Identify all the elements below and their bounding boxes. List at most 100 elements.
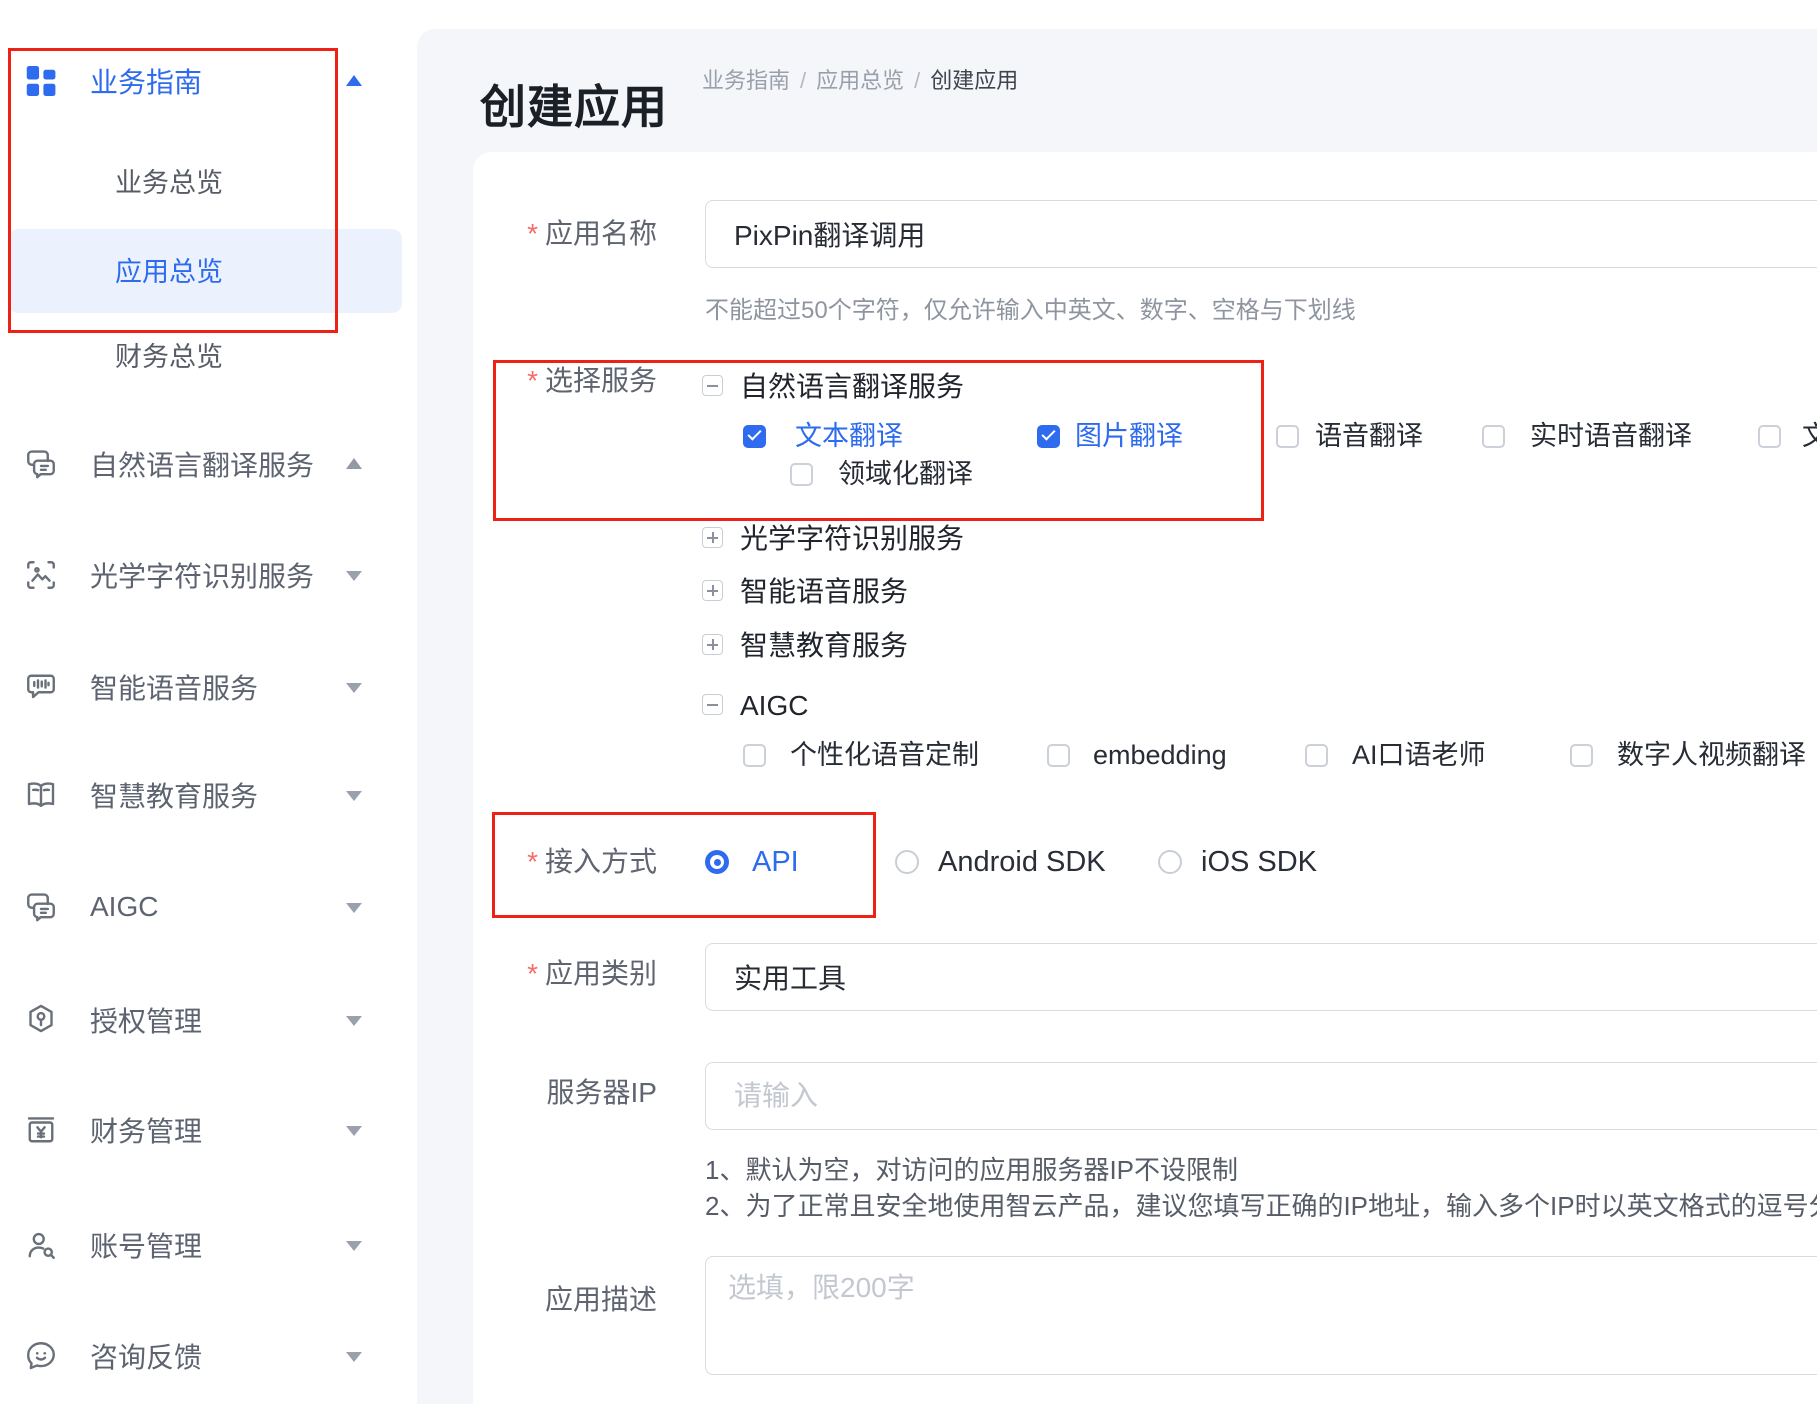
checkbox-label-domain-translation[interactable]: 领域化翻译 — [838, 459, 973, 489]
sidebar-item-label: 智慧教育服务 — [90, 775, 258, 815]
checkbox-text-translation[interactable] — [743, 425, 766, 448]
sidebar-item-finance-management[interactable]: 财务管理 — [0, 1108, 417, 1152]
access-method-label: *接入方式 — [527, 845, 657, 879]
checkbox-label-digital-human-video[interactable]: 数字人视频翻译 — [1617, 740, 1806, 770]
sidebar-item-app-overview[interactable]: 应用总览 — [115, 250, 223, 294]
checkbox-ai-speaking-teacher[interactable] — [1305, 744, 1328, 767]
checkbox-label-ai-speaking-teacher[interactable]: AI口语老师 — [1352, 740, 1486, 770]
radio-android-sdk[interactable] — [895, 850, 919, 874]
checkbox-label-text-translation[interactable]: 文本翻译 — [795, 421, 903, 451]
sidebar: 业务指南 业务总览 应用总览 财务总览 自然语言翻译服务 光学字符识别服务 智能… — [0, 0, 417, 1404]
sidebar-item-label: 业务指南 — [90, 61, 202, 101]
checkbox-personalized-voice[interactable] — [743, 744, 766, 767]
aigc-chat-icon — [23, 889, 59, 925]
sidebar-item-authorization[interactable]: 授权管理 — [0, 998, 417, 1042]
sidebar-item-label: 咨询反馈 — [90, 1336, 202, 1376]
server-ip-input[interactable] — [705, 1062, 1817, 1130]
breadcrumb: 业务指南 / 应用总览 / 创建应用 — [702, 63, 1018, 95]
chevron-down-icon — [346, 1241, 362, 1251]
app-description-label: 应用描述 — [545, 1283, 657, 1317]
checkbox-voice-translation[interactable] — [1276, 425, 1299, 448]
checkbox-label-voice-translation[interactable]: 语音翻译 — [1315, 421, 1423, 451]
sidebar-item-account-management[interactable]: 账号管理 — [0, 1223, 417, 1267]
chevron-up-icon — [346, 75, 362, 86]
chevron-down-icon — [346, 1126, 362, 1136]
chevron-down-icon — [346, 571, 362, 581]
sidebar-item-speech-service[interactable]: 智能语音服务 — [0, 665, 417, 709]
chevron-up-icon — [346, 458, 362, 469]
app-name-input[interactable] — [705, 200, 1817, 268]
checkbox-label-realtime-voice-translation[interactable]: 实时语音翻译 — [1530, 421, 1692, 451]
checkbox-label-personalized-voice[interactable]: 个性化语音定制 — [790, 740, 979, 770]
checkbox-clipped-option[interactable] — [1758, 425, 1781, 448]
sidebar-item-label: 账号管理 — [90, 1225, 202, 1265]
radio-label-android-sdk[interactable]: Android SDK — [938, 846, 1106, 878]
sidebar-item-label: 自然语言翻译服务 — [90, 444, 314, 484]
breadcrumb-app-overview[interactable]: 应用总览 — [816, 68, 904, 93]
required-star: * — [527, 218, 538, 249]
chat-translate-icon — [23, 446, 59, 482]
tree-node-education-service[interactable]: 智慧教育服务 — [740, 630, 908, 662]
breadcrumb-separator: / — [800, 68, 806, 93]
tree-expand-toggle[interactable] — [702, 527, 723, 548]
tree-expand-toggle[interactable] — [702, 634, 723, 655]
sidebar-item-aigc[interactable]: AIGC — [0, 885, 417, 929]
checkbox-label-image-translation[interactable]: 图片翻译 — [1075, 421, 1183, 451]
required-star: * — [527, 846, 538, 877]
breadcrumb-current: 创建应用 — [930, 68, 1018, 93]
checkbox-digital-human-video[interactable] — [1570, 744, 1593, 767]
scan-image-icon — [23, 557, 59, 593]
checkbox-label-embedding[interactable]: embedding — [1093, 740, 1227, 770]
sidebar-item-nlp-service[interactable]: 自然语言翻译服务 — [0, 442, 417, 486]
user-search-icon — [23, 1227, 59, 1263]
sidebar-item-ocr-service[interactable]: 光学字符识别服务 — [0, 553, 417, 597]
checkbox-label-clipped-option[interactable]: 文 — [1802, 421, 1817, 451]
sidebar-item-education-service[interactable]: 智慧教育服务 — [0, 773, 417, 817]
server-ip-helper-2: 2、为了正常且安全地使用智云产品，建议您填写正确的IP地址，输入多个IP时以英文… — [705, 1186, 1817, 1223]
chevron-down-icon — [346, 1352, 362, 1362]
open-book-icon — [23, 777, 59, 813]
breadcrumb-business-guide[interactable]: 业务指南 — [702, 68, 790, 93]
cash-box-icon — [23, 1112, 59, 1148]
sidebar-item-label: 授权管理 — [90, 1000, 202, 1040]
sidebar-item-finance-overview[interactable]: 财务总览 — [115, 335, 223, 379]
tree-node-aigc[interactable]: AIGC — [740, 690, 808, 722]
sidebar-item-label: 智能语音服务 — [90, 667, 258, 707]
checkbox-image-translation[interactable] — [1037, 425, 1060, 448]
sidebar-item-business-guide[interactable]: 业务指南 — [0, 59, 417, 103]
radio-label-ios-sdk[interactable]: iOS SDK — [1201, 846, 1317, 878]
radio-ios-sdk[interactable] — [1158, 850, 1182, 874]
sidebar-item-label: 财务管理 — [90, 1110, 202, 1150]
tree-collapse-toggle[interactable] — [702, 694, 723, 715]
app-category-input[interactable] — [705, 943, 1817, 1011]
sidebar-item-business-overview[interactable]: 业务总览 — [115, 161, 223, 205]
checkbox-embedding[interactable] — [1047, 744, 1070, 767]
required-star: * — [527, 958, 538, 989]
radio-api[interactable] — [705, 850, 729, 874]
tree-node-nlp-service[interactable]: 自然语言翻译服务 — [740, 371, 964, 403]
sidebar-item-label: 光学字符识别服务 — [90, 555, 314, 595]
tree-collapse-toggle[interactable] — [702, 375, 723, 396]
radio-label-api[interactable]: API — [752, 846, 799, 878]
app-category-label: *应用类别 — [527, 957, 657, 991]
app-description-textarea[interactable] — [705, 1256, 1817, 1375]
sidebar-item-label: AIGC — [90, 891, 158, 923]
dashboard-grid-icon — [23, 63, 59, 99]
hexagon-key-icon — [23, 1002, 59, 1038]
app-name-label: *应用名称 — [527, 217, 657, 251]
tree-node-speech-service[interactable]: 智能语音服务 — [740, 576, 908, 608]
chevron-down-icon — [346, 1016, 362, 1026]
required-star: * — [527, 365, 538, 396]
tree-expand-toggle[interactable] — [702, 580, 723, 601]
smiley-feedback-icon — [23, 1338, 59, 1374]
voice-bubble-icon — [23, 669, 59, 705]
chevron-down-icon — [346, 791, 362, 801]
chevron-down-icon — [346, 903, 362, 913]
chevron-down-icon — [346, 683, 362, 693]
checkbox-realtime-voice-translation[interactable] — [1482, 425, 1505, 448]
tree-node-ocr-service[interactable]: 光学字符识别服务 — [740, 523, 964, 555]
sidebar-item-feedback[interactable]: 咨询反馈 — [0, 1334, 417, 1378]
breadcrumb-separator: / — [914, 68, 920, 93]
checkbox-domain-translation[interactable] — [790, 463, 813, 486]
page-title: 创建应用 — [480, 71, 668, 137]
